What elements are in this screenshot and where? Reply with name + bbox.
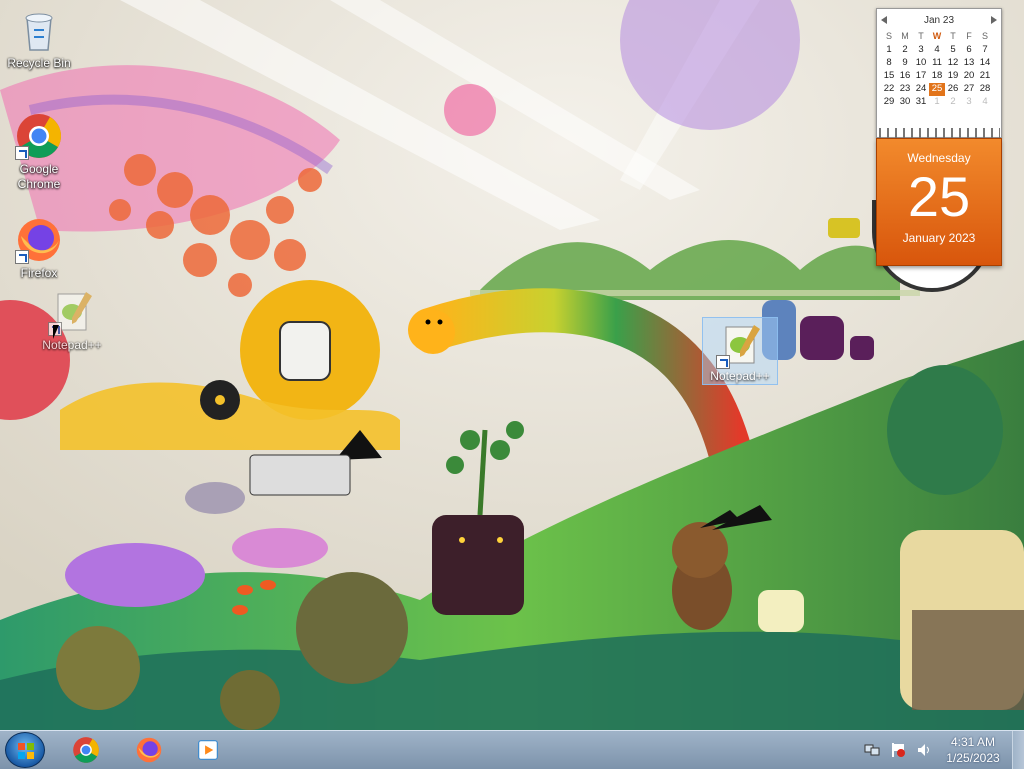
calendar-day-next-month[interactable]: 1 xyxy=(929,96,945,109)
previous-month-icon[interactable] xyxy=(881,16,887,24)
firefox-icon xyxy=(15,216,63,264)
desktop-icon-firefox[interactable]: Firefox xyxy=(1,216,77,281)
calendar-day[interactable]: 17 xyxy=(913,70,929,83)
calendar-gadget[interactable]: Jan 23 S M T W T F S 1 2 3 4 5 6 7 8 9 1… xyxy=(876,8,1002,138)
weekday-header: S xyxy=(981,31,988,41)
calendar-weekday-name: Wednesday xyxy=(907,151,971,165)
calendar-day[interactable]: 27 xyxy=(961,83,977,96)
desktop-icon-label: Google Chrome xyxy=(17,162,61,191)
calendar-day[interactable]: 3 xyxy=(913,44,929,57)
calendar-day[interactable]: 15 xyxy=(881,70,897,83)
firefox-icon xyxy=(136,737,162,763)
desktop-icon-label: Recycle Bin xyxy=(7,56,71,70)
weekday-header: F xyxy=(966,31,972,41)
windows-start-icon xyxy=(18,743,34,759)
network-icon[interactable] xyxy=(864,742,880,758)
desktop-icon-recycle-bin[interactable]: Recycle Bin xyxy=(1,6,77,71)
calendar-day[interactable]: 10 xyxy=(913,57,929,70)
calendar-day[interactable]: 1 xyxy=(881,44,897,57)
calendar-day[interactable]: 30 xyxy=(897,96,913,109)
calendar-day[interactable]: 18 xyxy=(929,70,945,83)
desktop-icon-notepadpp-dragging[interactable]: Notepad++ xyxy=(34,288,110,353)
calendar-day[interactable]: 26 xyxy=(945,83,961,96)
calendar-day[interactable]: 22 xyxy=(881,83,897,96)
calendar-day[interactable]: 4 xyxy=(929,44,945,57)
calendar-day[interactable]: 16 xyxy=(897,70,913,83)
desktop-icon-label: Notepad++ xyxy=(710,369,770,383)
desktop-icon-google-chrome[interactable]: Google Chrome xyxy=(1,112,77,192)
calendar-day[interactable]: 28 xyxy=(977,83,993,96)
shortcut-arrow-icon xyxy=(15,146,29,160)
calendar-day[interactable]: 5 xyxy=(945,44,961,57)
calendar-day-next-month[interactable]: 4 xyxy=(977,96,993,109)
weekday-header: M xyxy=(901,31,909,41)
calendar-day[interactable]: 11 xyxy=(929,57,945,70)
calendar-day[interactable]: 12 xyxy=(945,57,961,70)
calendar-grid: S M T W T F S 1 2 3 4 5 6 7 8 9 10 11 12… xyxy=(881,31,1001,109)
calendar-day[interactable]: 21 xyxy=(977,70,993,83)
taskbar: 4:31 AM 1/25/2023 xyxy=(0,730,1024,769)
calendar-day-next-month[interactable]: 2 xyxy=(945,96,961,109)
weekday-header: W xyxy=(932,31,942,41)
start-button[interactable] xyxy=(5,732,45,768)
system-tray xyxy=(864,731,932,769)
clock-date: 1/25/2023 xyxy=(946,751,1000,765)
recycle-bin-icon xyxy=(15,6,63,54)
calendar-day[interactable]: 2 xyxy=(897,44,913,57)
calendar-day-number: 25 xyxy=(907,165,971,228)
notepadpp-icon xyxy=(716,321,764,369)
calendar-day-page[interactable]: Wednesday 25 January 2023 xyxy=(876,138,1002,266)
shortcut-arrow-icon xyxy=(15,250,29,264)
calendar-day-next-month[interactable]: 3 xyxy=(961,96,977,109)
calendar-day[interactable]: 19 xyxy=(945,70,961,83)
weekday-header: S xyxy=(885,31,892,41)
chrome-icon xyxy=(73,737,99,763)
show-desktop-button[interactable] xyxy=(1012,731,1024,769)
weekday-header: T xyxy=(918,31,924,41)
clock-time: 4:31 AM xyxy=(950,735,996,749)
calendar-day[interactable]: 14 xyxy=(977,57,993,70)
taskbar-firefox-button[interactable] xyxy=(121,734,177,766)
weekday-header: T xyxy=(950,31,956,41)
next-month-icon[interactable] xyxy=(991,16,997,24)
calendar-day[interactable]: 9 xyxy=(897,57,913,70)
calendar-day[interactable]: 6 xyxy=(961,44,977,57)
taskbar-media-player-button[interactable] xyxy=(180,734,236,766)
calendar-day-today[interactable]: 25 xyxy=(929,83,945,96)
calendar-month-year: January 2023 xyxy=(902,231,976,245)
taskbar-clock[interactable]: 4:31 AM 1/25/2023 xyxy=(938,734,1008,766)
media-player-icon xyxy=(198,740,218,760)
action-center-flag-icon[interactable] xyxy=(890,742,906,758)
calendar-day[interactable]: 8 xyxy=(881,57,897,70)
chrome-icon xyxy=(15,112,63,160)
calendar-header: Jan 23 xyxy=(877,9,1001,31)
volume-icon[interactable] xyxy=(916,742,932,758)
desktop-wallpaper xyxy=(0,0,1024,730)
calendar-month-label: Jan 23 xyxy=(923,14,955,26)
calendar-day[interactable]: 31 xyxy=(913,96,929,109)
desktop-icon-label: Firefox xyxy=(20,266,58,280)
calendar-day[interactable]: 20 xyxy=(961,70,977,83)
shortcut-arrow-icon xyxy=(716,355,730,369)
taskbar-chrome-button[interactable] xyxy=(58,734,114,766)
calendar-day[interactable]: 24 xyxy=(913,83,929,96)
desktop-icon-notepadpp-selected[interactable]: Notepad++ xyxy=(702,317,778,385)
calendar-day[interactable]: 23 xyxy=(897,83,913,96)
calendar-day[interactable]: 29 xyxy=(881,96,897,109)
mouse-pointer-icon xyxy=(53,325,65,339)
calendar-day[interactable]: 7 xyxy=(977,44,993,57)
calendar-day[interactable]: 13 xyxy=(961,57,977,70)
desktop-icon-label: Notepad++ xyxy=(42,338,102,352)
